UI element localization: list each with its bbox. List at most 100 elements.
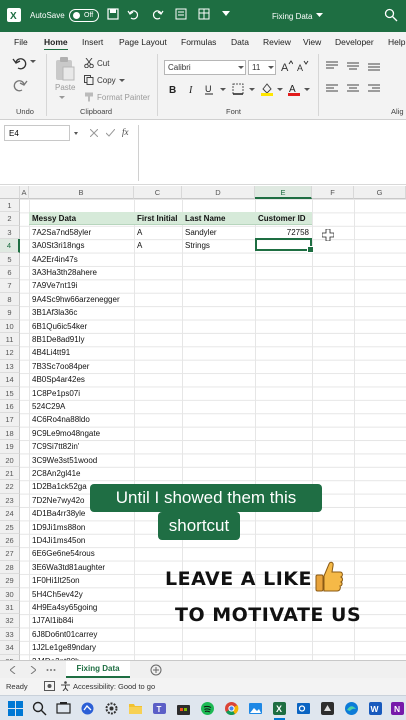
align-right-icon[interactable] bbox=[368, 84, 380, 94]
row-header[interactable]: 25 bbox=[0, 520, 20, 534]
chrome-icon[interactable] bbox=[224, 701, 239, 716]
cell-messy-data[interactable]: 1D4Ji1ms45on bbox=[29, 534, 134, 547]
header-customer-id[interactable]: Customer ID bbox=[255, 212, 312, 226]
cell-messy-data[interactable]: 3E6Wa3td81aughter bbox=[29, 561, 134, 574]
cut-label[interactable]: Cut bbox=[97, 59, 109, 68]
cell-messy-data[interactable]: 3B1Af3la36c bbox=[29, 306, 134, 319]
cell-messy-data[interactable]: 7C9Si7tt82in' bbox=[29, 440, 134, 453]
font-name-select[interactable]: Calibri bbox=[164, 60, 246, 75]
cancel-entry-icon[interactable] bbox=[90, 129, 98, 137]
macro-recording-icon[interactable] bbox=[44, 681, 55, 691]
header-first-initial[interactable]: First Initial bbox=[134, 212, 182, 226]
tab-developer[interactable]: Developer bbox=[335, 37, 374, 47]
undo-icon[interactable] bbox=[127, 8, 139, 20]
form-icon[interactable] bbox=[175, 8, 187, 20]
tab-view[interactable]: View bbox=[303, 37, 321, 47]
row-header[interactable]: 9 bbox=[0, 306, 20, 320]
cell-last-name[interactable]: Strings bbox=[182, 239, 255, 252]
row-header[interactable]: 22 bbox=[0, 480, 20, 494]
row-header[interactable]: 26 bbox=[0, 534, 20, 548]
name-box-dropdown-icon[interactable] bbox=[74, 132, 78, 137]
tab-insert[interactable]: Insert bbox=[82, 37, 103, 47]
redo-icon[interactable] bbox=[152, 8, 164, 20]
row-header[interactable]: 28 bbox=[0, 560, 20, 575]
cell-messy-data[interactable]: 1J2Le1ge89ndary bbox=[29, 641, 134, 654]
cell-messy-data[interactable]: 7A9Ve7nt19i bbox=[29, 279, 134, 292]
excel-taskbar-icon[interactable]: X bbox=[272, 701, 287, 716]
tab-help[interactable]: Help bbox=[388, 37, 405, 47]
cell-messy-data[interactable]: 3A0St3ri18ngs bbox=[29, 239, 134, 252]
row-header[interactable]: 27 bbox=[0, 547, 20, 561]
file-explorer-icon[interactable] bbox=[128, 701, 143, 716]
column-header-d[interactable]: D bbox=[182, 186, 255, 199]
format-painter-icon[interactable] bbox=[84, 92, 94, 102]
font-name-dropdown-icon[interactable] bbox=[238, 66, 244, 70]
sheet-scroll-right-icon[interactable] bbox=[30, 666, 36, 674]
search-icon[interactable] bbox=[384, 8, 398, 22]
title-dropdown-icon[interactable] bbox=[316, 13, 323, 18]
fill-color-icon[interactable] bbox=[260, 82, 274, 96]
paste-label[interactable]: Paste bbox=[55, 83, 75, 92]
row-header[interactable]: 12 bbox=[0, 346, 20, 360]
row-header[interactable]: 33 bbox=[0, 627, 20, 642]
cell-last-name[interactable]: Sandyler bbox=[182, 226, 255, 239]
ribbon-redo-icon[interactable] bbox=[12, 78, 28, 92]
cell-first-initial[interactable]: A bbox=[134, 226, 182, 239]
photos-icon[interactable] bbox=[248, 701, 263, 716]
cell-messy-data[interactable]: 1F0Hi1lt25on bbox=[29, 574, 134, 587]
cell-messy-data[interactable]: 9C9Le9mo48ngate bbox=[29, 427, 134, 440]
customize-toolbar-icon[interactable] bbox=[222, 11, 230, 17]
row-header[interactable]: 5 bbox=[0, 252, 20, 266]
row-header[interactable]: 13 bbox=[0, 359, 20, 374]
copy-label[interactable]: Copy bbox=[97, 76, 116, 85]
row-header[interactable]: 11 bbox=[0, 333, 20, 347]
paste-icon[interactable] bbox=[54, 56, 76, 82]
column-header-g[interactable]: G bbox=[354, 186, 406, 199]
widgets-icon[interactable] bbox=[80, 701, 95, 716]
decrease-font-size-icon[interactable]: A bbox=[297, 60, 309, 72]
edge-icon[interactable] bbox=[344, 701, 359, 716]
row-header[interactable]: 21 bbox=[0, 467, 20, 481]
cell-messy-data[interactable]: 6E6Ge6ne54rous bbox=[29, 547, 134, 560]
font-color-dropdown-icon[interactable] bbox=[304, 88, 310, 92]
column-header-c[interactable]: C bbox=[134, 186, 182, 199]
row-header[interactable]: 24 bbox=[0, 507, 20, 521]
cell-messy-data[interactable]: 6J8Do6nt01carrey bbox=[29, 628, 134, 641]
enter-entry-icon[interactable] bbox=[106, 129, 115, 137]
cell-messy-data[interactable]: 2C8An2gl41e bbox=[29, 467, 134, 480]
align-center-icon[interactable] bbox=[347, 84, 359, 94]
borders-icon[interactable] bbox=[232, 83, 244, 95]
cell-messy-data[interactable]: 3C9We3st51wood bbox=[29, 454, 134, 467]
row-header[interactable]: 8 bbox=[0, 292, 20, 307]
align-bottom-icon[interactable] bbox=[368, 61, 380, 71]
font-size-dropdown-icon[interactable] bbox=[268, 66, 274, 70]
onenote-icon[interactable]: N bbox=[390, 701, 405, 716]
cell-messy-data[interactable]: 3A3Ha3th28ahere bbox=[29, 266, 134, 279]
windows-start-icon[interactable] bbox=[8, 701, 23, 716]
column-header-e[interactable]: E bbox=[255, 186, 312, 199]
column-header-a[interactable]: A bbox=[20, 186, 29, 199]
settings-gear-icon[interactable] bbox=[104, 701, 119, 716]
taskbar-search-icon[interactable] bbox=[32, 701, 47, 716]
save-icon[interactable] bbox=[107, 8, 119, 20]
row-header[interactable]: 31 bbox=[0, 601, 20, 615]
undo-dropdown-icon[interactable] bbox=[30, 60, 36, 64]
sheet-tab-fixing-data[interactable]: Fixing Data bbox=[66, 661, 130, 678]
tab-file[interactable]: File bbox=[14, 37, 28, 47]
row-header[interactable]: 14 bbox=[0, 373, 20, 387]
italic-icon[interactable]: I bbox=[187, 83, 197, 95]
column-header-b[interactable]: B bbox=[29, 186, 134, 199]
align-top-icon[interactable] bbox=[326, 61, 338, 71]
row-header[interactable]: 10 bbox=[0, 319, 20, 333]
header-last-name[interactable]: Last Name bbox=[182, 212, 255, 226]
cell-messy-data[interactable]: 6B1Qu6ic54ker bbox=[29, 320, 134, 333]
cell-messy-data[interactable]: 4B4Li4tt91 bbox=[29, 346, 134, 359]
copy-icon[interactable] bbox=[84, 75, 94, 85]
cell-messy-data[interactable]: 9A4Sc9hw66arzenegger bbox=[29, 293, 134, 306]
tab-review[interactable]: Review bbox=[263, 37, 291, 47]
increase-font-size-icon[interactable]: A bbox=[281, 60, 293, 72]
word-icon[interactable]: W bbox=[368, 701, 383, 716]
cell-messy-data[interactable]: 8B1De8ad91ly bbox=[29, 333, 134, 346]
name-box[interactable]: E4 bbox=[4, 125, 70, 141]
align-left-icon[interactable] bbox=[326, 84, 338, 94]
